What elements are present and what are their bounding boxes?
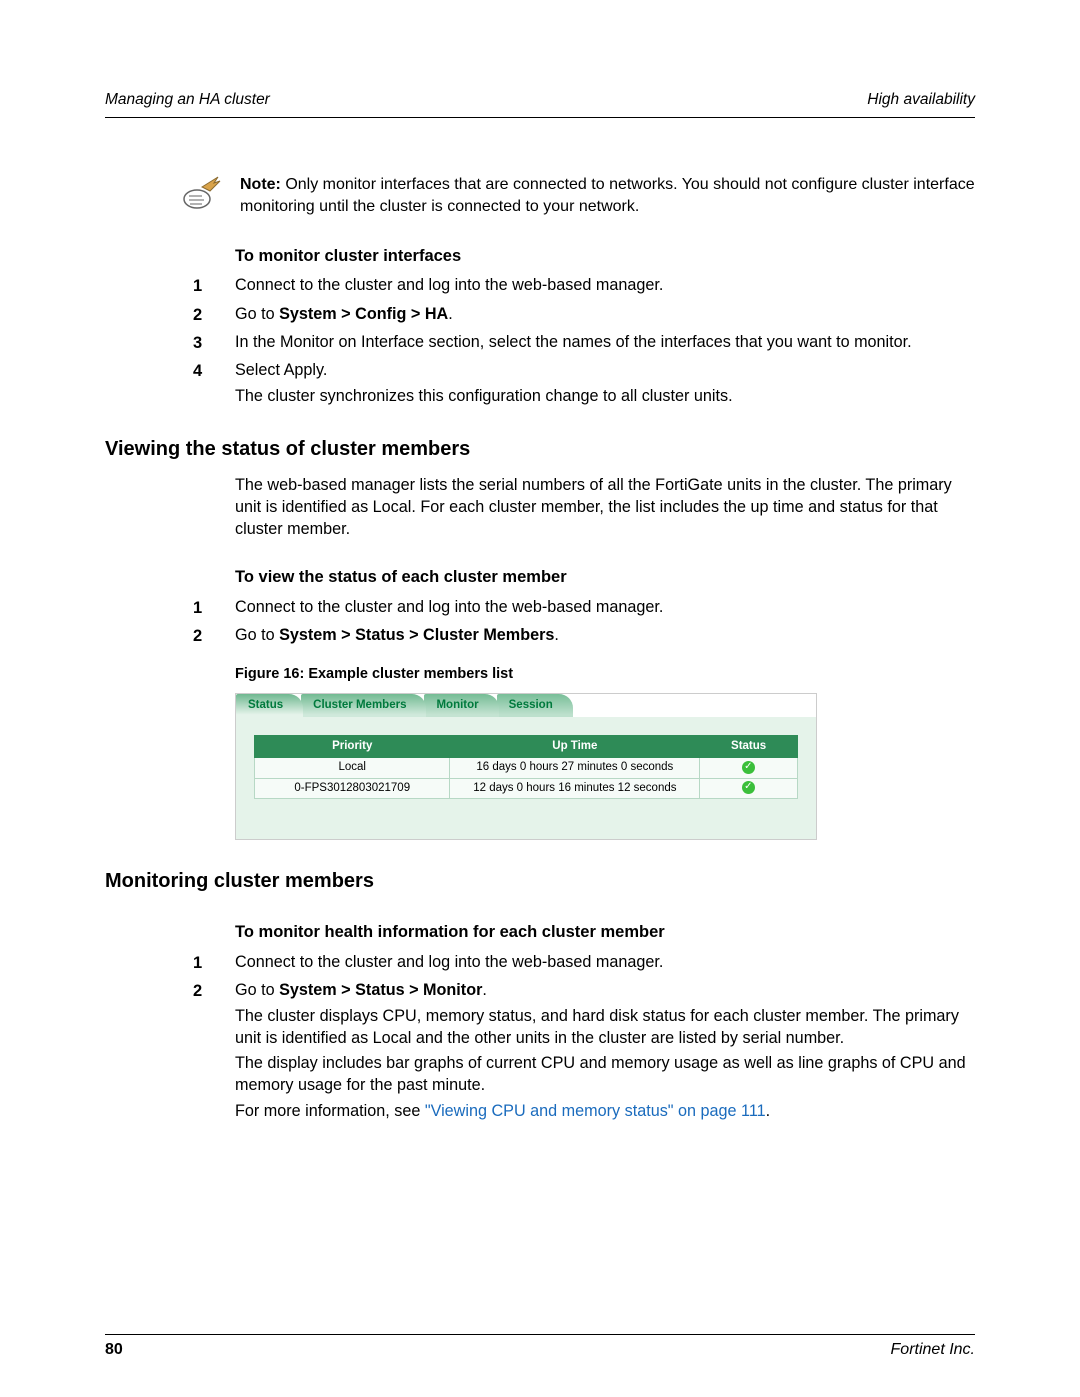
step-number: 2 (193, 980, 235, 1123)
step-number: 1 (193, 597, 235, 619)
figure-caption: Figure 16: Example cluster members list (235, 665, 975, 685)
step-number: 1 (193, 275, 235, 297)
step-number: 1 (193, 952, 235, 974)
step-number: 2 (193, 304, 235, 326)
table-row: 0-FPS3012803021709 12 days 0 hours 16 mi… (255, 778, 798, 799)
steps-view-status: 1 Connect to the cluster and log into th… (105, 597, 975, 648)
tab-cluster-members[interactable]: Cluster Members (301, 694, 426, 717)
step-body: In the Monitor on Interface section, sel… (235, 332, 975, 354)
header-rule (105, 117, 975, 118)
note-text: Note: Only monitor interfaces that are c… (240, 173, 975, 217)
steps-monitor-interfaces: 1 Connect to the cluster and log into th… (105, 275, 975, 408)
step-number: 4 (193, 360, 235, 408)
note-icon (180, 173, 240, 213)
step-body: Go to System > Status > Monitor. The clu… (235, 980, 975, 1123)
header-right: High availability (867, 90, 975, 111)
step-body: Connect to the cluster and log into the … (235, 275, 975, 297)
col-status: Status (700, 735, 798, 758)
col-uptime: Up Time (450, 735, 700, 758)
tab-status[interactable]: Status (236, 694, 303, 717)
heading-viewing-status: Viewing the status of cluster members (105, 436, 975, 463)
step-number: 3 (193, 332, 235, 354)
heading-monitoring-members: Monitoring cluster members (105, 868, 975, 895)
subhead-monitor-health: To monitor health information for each c… (235, 921, 975, 943)
footer-rule (105, 1334, 975, 1335)
table-row: Local 16 days 0 hours 27 minutes 0 secon… (255, 758, 798, 779)
note-block: Note: Only monitor interfaces that are c… (180, 173, 975, 217)
step-body: Connect to the cluster and log into the … (235, 952, 975, 974)
page-number: 80 (105, 1339, 123, 1361)
step-body: Select Apply. The cluster synchronizes t… (235, 360, 975, 408)
step-body: Connect to the cluster and log into the … (235, 597, 975, 619)
steps-monitor-health: 1 Connect to the cluster and log into th… (105, 952, 975, 1123)
step-body: Go to System > Status > Cluster Members. (235, 625, 975, 647)
status-ok-icon (742, 761, 755, 774)
tab-monitor[interactable]: Monitor (424, 694, 498, 717)
tab-session[interactable]: Session (497, 694, 573, 717)
cluster-members-table: Priority Up Time Status Local 16 days 0 … (254, 735, 798, 800)
tab-bar: Status Cluster Members Monitor Session (236, 694, 816, 717)
col-priority: Priority (255, 735, 450, 758)
step-body: Go to System > Config > HA. (235, 304, 975, 326)
paragraph: The web-based manager lists the serial n… (235, 475, 975, 541)
header-left: Managing an HA cluster (105, 90, 270, 111)
subhead-monitor-interfaces: To monitor cluster interfaces (235, 245, 975, 267)
xref-cpu-memory-status[interactable]: "Viewing CPU and memory status" on page … (425, 1102, 766, 1120)
subhead-view-status: To view the status of each cluster membe… (235, 566, 975, 588)
cluster-members-screenshot: Status Cluster Members Monitor Session P… (235, 693, 817, 841)
status-ok-icon (742, 781, 755, 794)
step-number: 2 (193, 625, 235, 647)
footer-company: Fortinet Inc. (891, 1339, 975, 1361)
